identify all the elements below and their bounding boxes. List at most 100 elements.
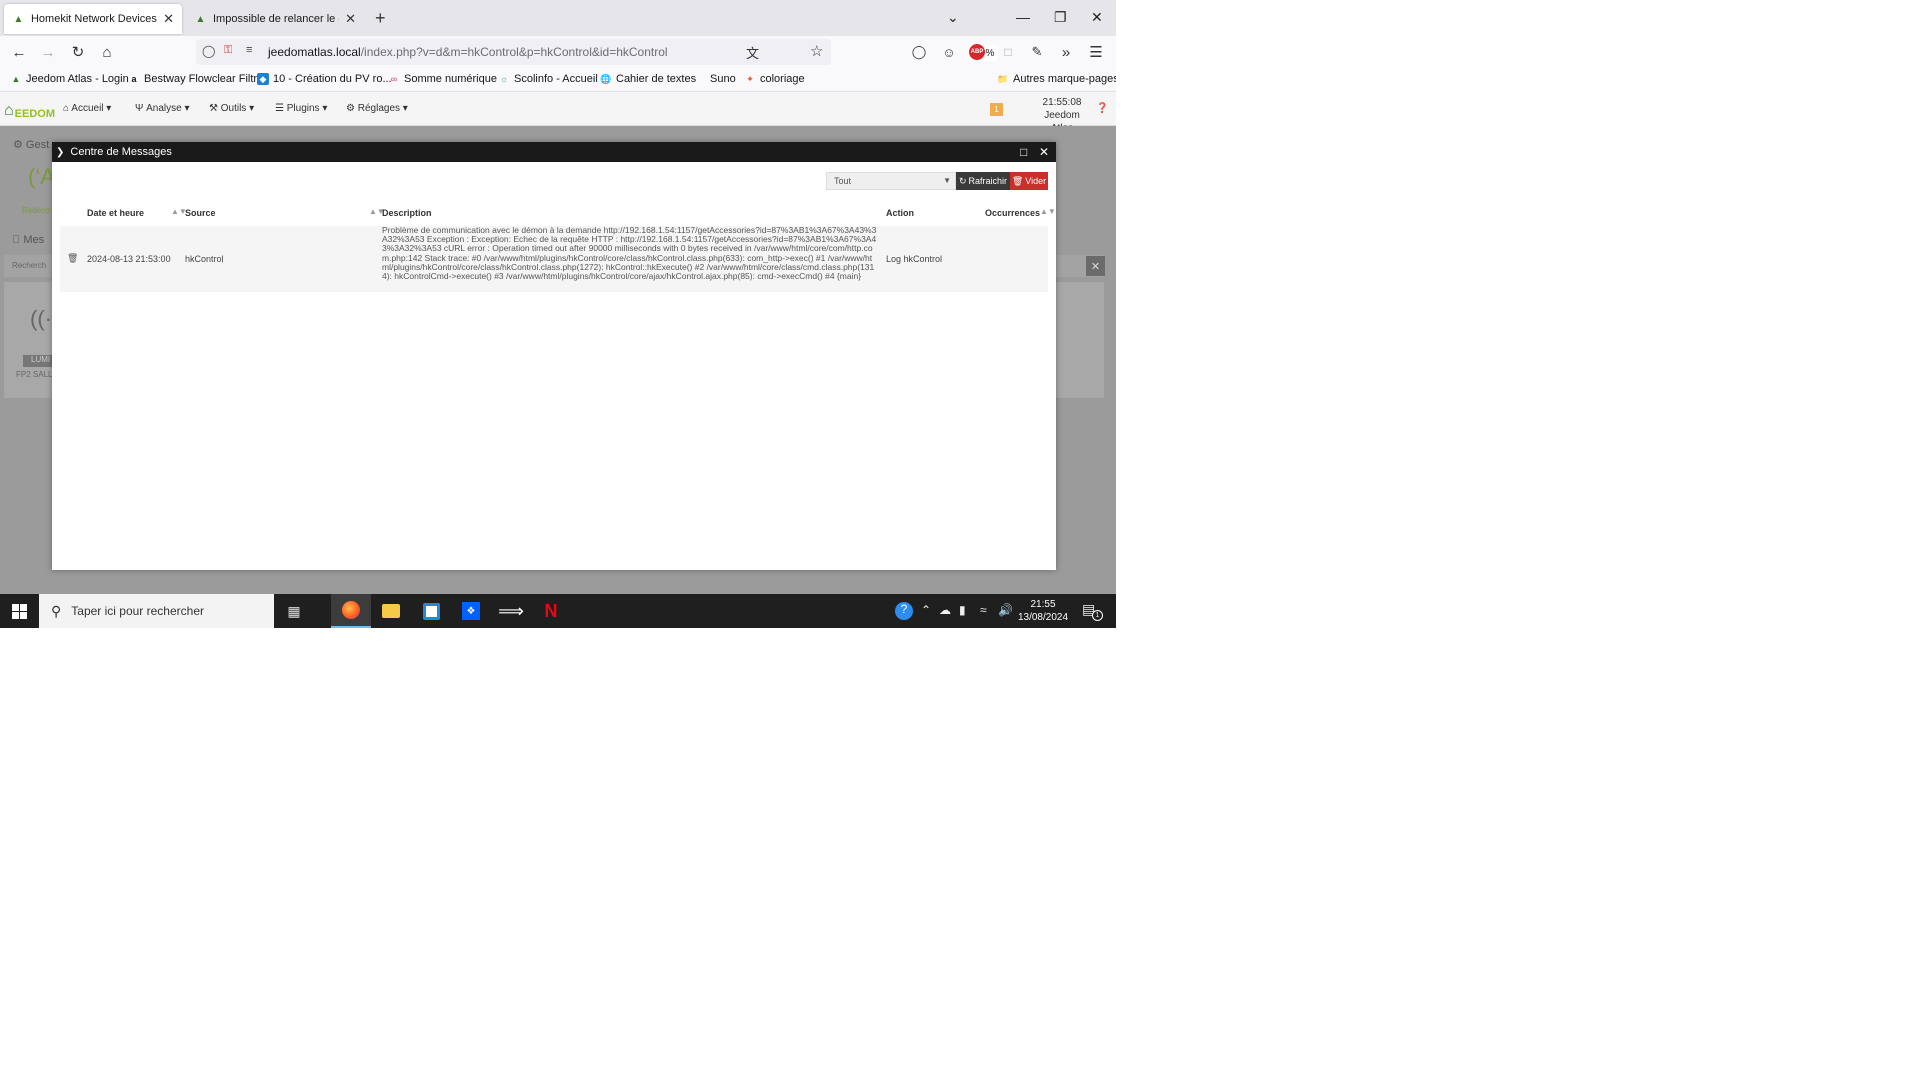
list-icon: ☰	[275, 103, 284, 114]
volume-icon[interactable]: 🔊	[998, 603, 1013, 617]
extension-box-icon[interactable]: □	[998, 42, 1018, 62]
bookmark-suno[interactable]: Suno	[710, 73, 736, 85]
wrench-icon: ⚒	[209, 103, 218, 114]
microsoft-store-icon[interactable]	[411, 594, 451, 628]
bookmark-pv[interactable]: ◆ 10 - Création du PV ro...	[257, 73, 392, 85]
maximize-icon[interactable]: □	[1020, 145, 1027, 159]
shield-icon[interactable]: ◯	[202, 44, 215, 58]
refresh-button[interactable]: ↻ Rafraichir	[956, 172, 1010, 190]
bg-wireless-icon: ((·	[30, 306, 52, 331]
bg-page-title: ⚙ Gest	[13, 139, 50, 151]
forward-icon[interactable]: →	[38, 42, 58, 62]
amazon-icon: a	[131, 74, 137, 84]
help-tray-icon[interactable]: ?	[895, 602, 913, 620]
bookmark-somme[interactable]: ∞ Somme numérique	[388, 73, 497, 85]
url-path: /index.php?v=d&m=hkControl&p=hkControl&i…	[360, 45, 668, 59]
row-action[interactable]: Log hkControl	[886, 254, 942, 264]
browser-tab-bar: ▲ Homekit Network Devices Cont ✕ ▲ Impos…	[0, 0, 1116, 36]
url-bar[interactable]: ◯ ⚿ ≡ jeedomatlas.local/index.php?v=d&m=…	[196, 39, 998, 65]
sort-icon[interactable]: ▲▼	[1040, 207, 1056, 216]
close-tab-icon[interactable]: ✕	[163, 11, 174, 27]
new-tab-icon[interactable]: +	[375, 8, 386, 29]
taskbar-clock[interactable]: 21:55 13/08/2024	[1016, 598, 1070, 624]
lock-warning-icon[interactable]: ⚿	[224, 44, 232, 57]
netflix-icon[interactable]: N	[531, 594, 571, 628]
list-all-tabs-icon[interactable]: ⌄	[947, 9, 959, 26]
scolinfo-icon: ☼	[499, 74, 509, 84]
restore-icon[interactable]: ❐	[1054, 9, 1067, 26]
bookmark-jeedom-atlas[interactable]: ▲ Jeedom Atlas - Login	[10, 73, 129, 85]
column-source[interactable]: Source	[185, 208, 216, 218]
bg-card-sub: FP2 SALL	[16, 370, 53, 379]
tab-title: Homekit Network Devices Cont	[30, 13, 157, 25]
permissions-icon[interactable]: ≡	[246, 44, 252, 56]
extensions-puzzle-icon[interactable]: ✎	[1027, 42, 1047, 62]
message-filter-select[interactable]: Tout ▼	[826, 172, 956, 190]
task-view-icon[interactable]: ▦	[274, 594, 314, 628]
taskbar-search-input[interactable]: ⚲ Taper ici pour rechercher	[39, 594, 274, 628]
row-date: 2024-08-13 21:53:00	[87, 254, 171, 264]
menu-reglages[interactable]: ⚙ Réglages ▾	[346, 103, 408, 114]
onedrive-icon[interactable]: ☁	[939, 603, 951, 617]
menu-plugins[interactable]: ☰ Plugins ▾	[275, 103, 327, 114]
browser-tab-forum[interactable]: ▲ Impossible de relancer le démo ✕	[186, 4, 364, 34]
windows-taskbar: ⚲ Taper ici pour rechercher ▦ ❖ ⟹ N ? ⌃ …	[0, 594, 1116, 628]
file-explorer-icon[interactable]	[371, 594, 411, 628]
bg-plugin-icon: (‘A	[28, 164, 55, 189]
close-tab-icon[interactable]: ✕	[345, 11, 356, 27]
column-description[interactable]: Description	[382, 208, 432, 218]
cube-icon: ◆	[257, 73, 269, 85]
message-center-modal: ❯ Centre de Messages □ ✕ Tout ▼ ↻ Rafraic…	[52, 142, 1056, 570]
help-icon[interactable]: ❓	[1096, 103, 1108, 114]
account-icon[interactable]: ☺	[939, 42, 959, 62]
battery-icon[interactable]: ▮	[959, 603, 966, 617]
chevron-right-icon: ❯	[56, 146, 65, 158]
jeedom-favicon-icon: ▲	[11, 74, 21, 84]
bookmark-coloriage[interactable]: ✦ coloriage	[744, 73, 804, 85]
screen: ▲ Homekit Network Devices Cont ✕ ▲ Impos…	[0, 0, 1116, 628]
trash-icon: 🗑	[1011, 175, 1024, 186]
jeedom-favicon-icon: ▲	[13, 13, 24, 25]
start-button[interactable]	[0, 594, 39, 628]
menu-analyse[interactable]: Ψ Analyse ▾	[135, 103, 190, 114]
reload-icon[interactable]: ↻	[68, 42, 88, 62]
home-icon[interactable]: ⌂	[97, 42, 117, 62]
firefox-icon[interactable]	[331, 594, 371, 628]
jeedom-header: ⌂ EEDOM ⌂ Accueil ▾ Ψ Analyse ▾ ⚒ Outils…	[0, 92, 1116, 126]
browser-tab-homekit[interactable]: ▲ Homekit Network Devices Cont ✕	[4, 4, 182, 34]
show-hidden-icons-icon[interactable]: ⌃	[921, 603, 931, 617]
windows-logo-icon	[12, 603, 27, 619]
jeedom-logo[interactable]: ⌂ EEDOM	[4, 98, 55, 120]
app-menu-icon[interactable]: ☰	[1086, 42, 1106, 62]
app-lightning-icon[interactable]: ⟹	[491, 594, 531, 628]
bg-clear-search-icon: ✕	[1086, 256, 1105, 276]
column-date[interactable]: Date et heure	[87, 208, 144, 218]
pocket-icon[interactable]: ◯	[909, 42, 929, 62]
minimize-icon[interactable]: —	[1016, 9, 1030, 25]
adblock-plus-icon[interactable]: ABP	[969, 44, 985, 60]
close-window-icon[interactable]: ✕	[1091, 9, 1103, 26]
close-icon[interactable]: ✕	[1039, 145, 1049, 159]
overflow-chevrons-icon[interactable]: »	[1056, 42, 1076, 62]
bookmark-scolinfo[interactable]: ☼ Scolinfo - Accueil	[498, 73, 598, 85]
translate-icon[interactable]: 文	[746, 43, 759, 62]
column-action[interactable]: Action	[886, 208, 914, 218]
url-host: jeedomatlas.local	[268, 45, 361, 59]
jeedom-favicon-icon: ▲	[195, 13, 206, 25]
other-bookmarks[interactable]: 📁 Autres marque-pages	[997, 73, 1116, 85]
clear-button[interactable]: 🗑 Vider	[1010, 172, 1048, 190]
wifi-icon[interactable]: ≈	[980, 603, 987, 617]
delete-message-icon[interactable]: 🗑	[67, 253, 78, 264]
menu-accueil[interactable]: ⌂ Accueil ▾	[63, 103, 111, 114]
dropbox-icon[interactable]: ❖	[451, 594, 491, 628]
bookmark-bestway[interactable]: a Bestway Flowclear Filtr...	[128, 73, 265, 85]
bookmark-cahier[interactable]: 🌐 Cahier de textes	[600, 73, 696, 85]
menu-outils[interactable]: ⚒ Outils ▾	[209, 103, 254, 114]
back-icon[interactable]: ←	[9, 42, 29, 62]
caret-down-icon: ▼	[943, 176, 951, 185]
column-occurrences[interactable]: Occurrences	[985, 208, 1040, 218]
modal-title: Centre de Messages	[70, 146, 172, 158]
message-count-badge[interactable]: 1	[990, 103, 1003, 116]
jeedom-time: 21:55:08	[1042, 97, 1082, 108]
bookmark-star-icon[interactable]: ☆	[810, 42, 823, 60]
